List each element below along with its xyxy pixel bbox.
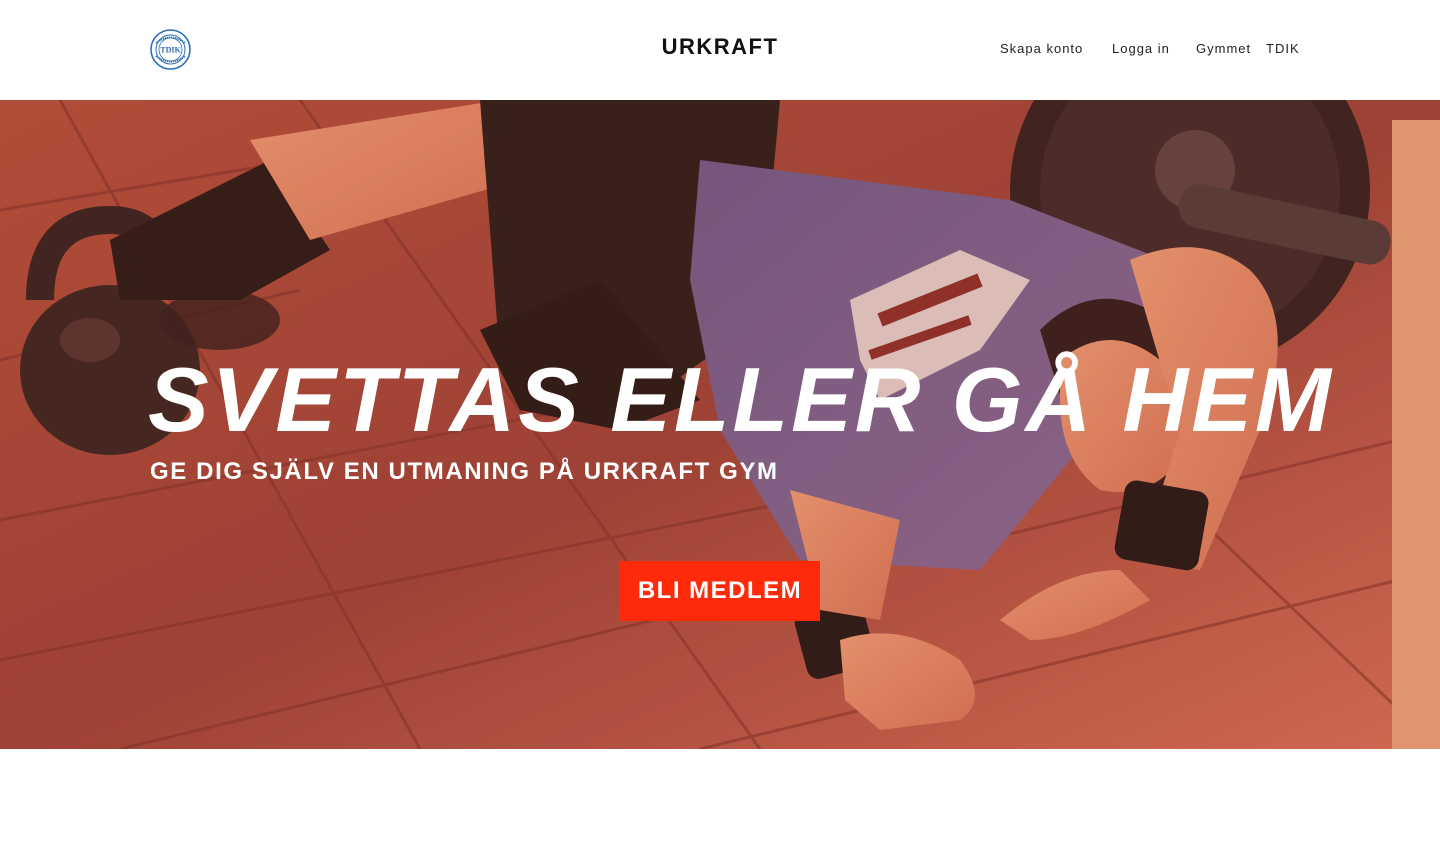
nav-link-tdik[interactable]: TDIK: [1266, 41, 1300, 56]
hero-section: SVETTAS ELLER GÅ HEM GE DIG SJÄLV EN UTM…: [0, 100, 1440, 749]
nav-link-login[interactable]: Logga in: [1112, 41, 1170, 56]
hero-subtitle: GE DIG SJÄLV EN UTMANING PÅ URKRAFT GYM: [150, 458, 779, 485]
become-member-button[interactable]: BLI MEDLEM: [620, 561, 820, 621]
main-nav: Skapa konto Logga in Gymmet TDIK: [0, 41, 1440, 61]
site-header: TDIK URKRAFT Skapa konto Logga in Gymmet…: [0, 0, 1440, 100]
below-hero-area: [0, 749, 1440, 845]
nav-link-create-account[interactable]: Skapa konto: [1000, 41, 1083, 56]
hero-title: SVETTAS ELLER GÅ HEM: [148, 350, 1334, 451]
nav-link-gym[interactable]: Gymmet: [1196, 41, 1251, 56]
